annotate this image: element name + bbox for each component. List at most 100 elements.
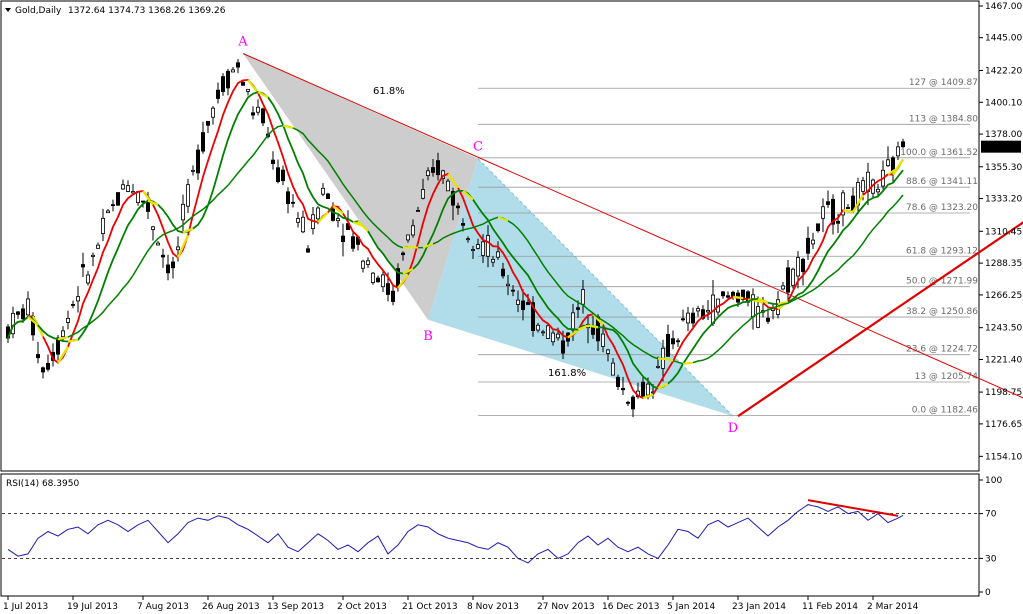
candle-body	[781, 285, 786, 290]
rsi-tick-label: 0	[985, 588, 991, 598]
price-tick-label: 1422.20	[985, 66, 1022, 76]
candle-body	[430, 167, 435, 173]
candle-body	[325, 193, 330, 200]
candle-body	[510, 289, 515, 292]
point-d-label: D	[728, 421, 738, 436]
dropdown-triangle-icon[interactable]	[5, 8, 11, 12]
candle	[71, 300, 76, 309]
fib-level-label: 100.0 @ 1361.52	[900, 148, 978, 158]
time-tick-label: 13 Sep 2013	[267, 602, 324, 612]
candle	[86, 270, 91, 286]
candle-body	[425, 170, 430, 177]
candle	[46, 354, 51, 372]
time-tick-label: 27 Nov 2013	[537, 602, 595, 612]
candle-body	[385, 283, 390, 295]
candle	[320, 183, 325, 197]
candle-body	[616, 376, 621, 387]
candle-body	[410, 225, 415, 236]
candle	[215, 82, 220, 104]
candle-body	[516, 299, 521, 305]
time-tick-label: 2 Oct 2013	[337, 602, 387, 612]
candle-body	[160, 254, 165, 258]
candle	[631, 395, 636, 418]
candle-body	[315, 207, 320, 220]
time-tick-label: 7 Aug 2013	[137, 602, 189, 612]
candle-body	[505, 283, 510, 287]
candle-body	[370, 272, 375, 283]
candle-body	[76, 296, 81, 302]
candle	[81, 252, 86, 278]
candle	[741, 289, 746, 302]
candle-body	[20, 308, 25, 320]
candle-body	[200, 132, 205, 152]
candle-body	[641, 381, 646, 398]
price-tick-label: 1266.25	[985, 291, 1022, 301]
time-tick-label: 11 Feb 2014	[802, 602, 858, 612]
candle-body	[15, 311, 20, 315]
time-tick-label: 16 Dec 2013	[602, 602, 660, 612]
candle-body	[86, 274, 91, 284]
candle-body	[205, 120, 210, 126]
candle-body	[455, 205, 460, 209]
candle	[25, 291, 30, 316]
candle	[195, 144, 200, 180]
candle-body	[106, 210, 111, 214]
ma-fast-line-turn	[176, 234, 190, 258]
candle-body	[726, 295, 731, 298]
price-tick-label: 1310.45	[985, 227, 1022, 237]
candle-body	[796, 257, 801, 277]
candle	[66, 310, 71, 330]
candle-body	[230, 69, 235, 73]
candle-body	[81, 264, 86, 268]
candle-body	[876, 188, 881, 193]
candle-body	[896, 146, 901, 157]
candle-body	[280, 169, 285, 182]
fib-level-label: 61.8 @ 1293.12	[906, 246, 978, 256]
candle	[676, 338, 681, 347]
candle-body	[165, 264, 170, 274]
candle-body	[180, 203, 185, 221]
candle	[220, 73, 225, 96]
ma-slow-line-turn	[682, 361, 694, 365]
time-tick-label: 19 Jul 2013	[67, 602, 118, 612]
price-tick-label: 1445.00	[985, 34, 1022, 44]
candle	[130, 183, 135, 195]
candle	[225, 68, 230, 96]
candle-body	[465, 238, 470, 241]
candle-body	[691, 312, 696, 324]
candle	[721, 290, 726, 299]
candle	[290, 194, 295, 208]
candle	[546, 324, 551, 340]
price-tick-label: 1333.20	[985, 195, 1022, 205]
candle-body	[435, 160, 440, 176]
candle	[275, 159, 280, 184]
candle-body	[170, 261, 175, 269]
price-tick-label: 1243.50	[985, 324, 1022, 334]
chart-window: 61.8% 161.8% 127 @ 1409.87 113 @ 1384.80 10…	[0, 0, 1023, 614]
candle-body	[285, 191, 290, 204]
candle-body	[365, 260, 370, 265]
candle-body	[500, 268, 505, 277]
candle-body	[846, 207, 851, 209]
fib-level-label: 38.2 @ 1250.86	[906, 307, 978, 317]
candle-body	[400, 252, 405, 256]
candle	[831, 194, 836, 235]
candle	[731, 290, 736, 300]
candle-body	[375, 277, 380, 283]
candle	[666, 324, 671, 357]
candle-body	[66, 317, 71, 323]
candle	[856, 177, 861, 215]
candle	[235, 59, 240, 74]
candle	[10, 306, 15, 339]
candle-body	[71, 304, 76, 306]
rsi-panel: 0 30 70 100	[2, 476, 1002, 598]
candle	[340, 223, 345, 257]
candle-body	[686, 312, 691, 324]
candle-body	[415, 210, 420, 212]
candle-body	[495, 251, 500, 258]
candle-body	[340, 235, 345, 243]
candle	[121, 179, 126, 190]
candle	[335, 213, 340, 228]
ma-fast-line-turn	[732, 295, 744, 300]
candle	[155, 241, 160, 246]
